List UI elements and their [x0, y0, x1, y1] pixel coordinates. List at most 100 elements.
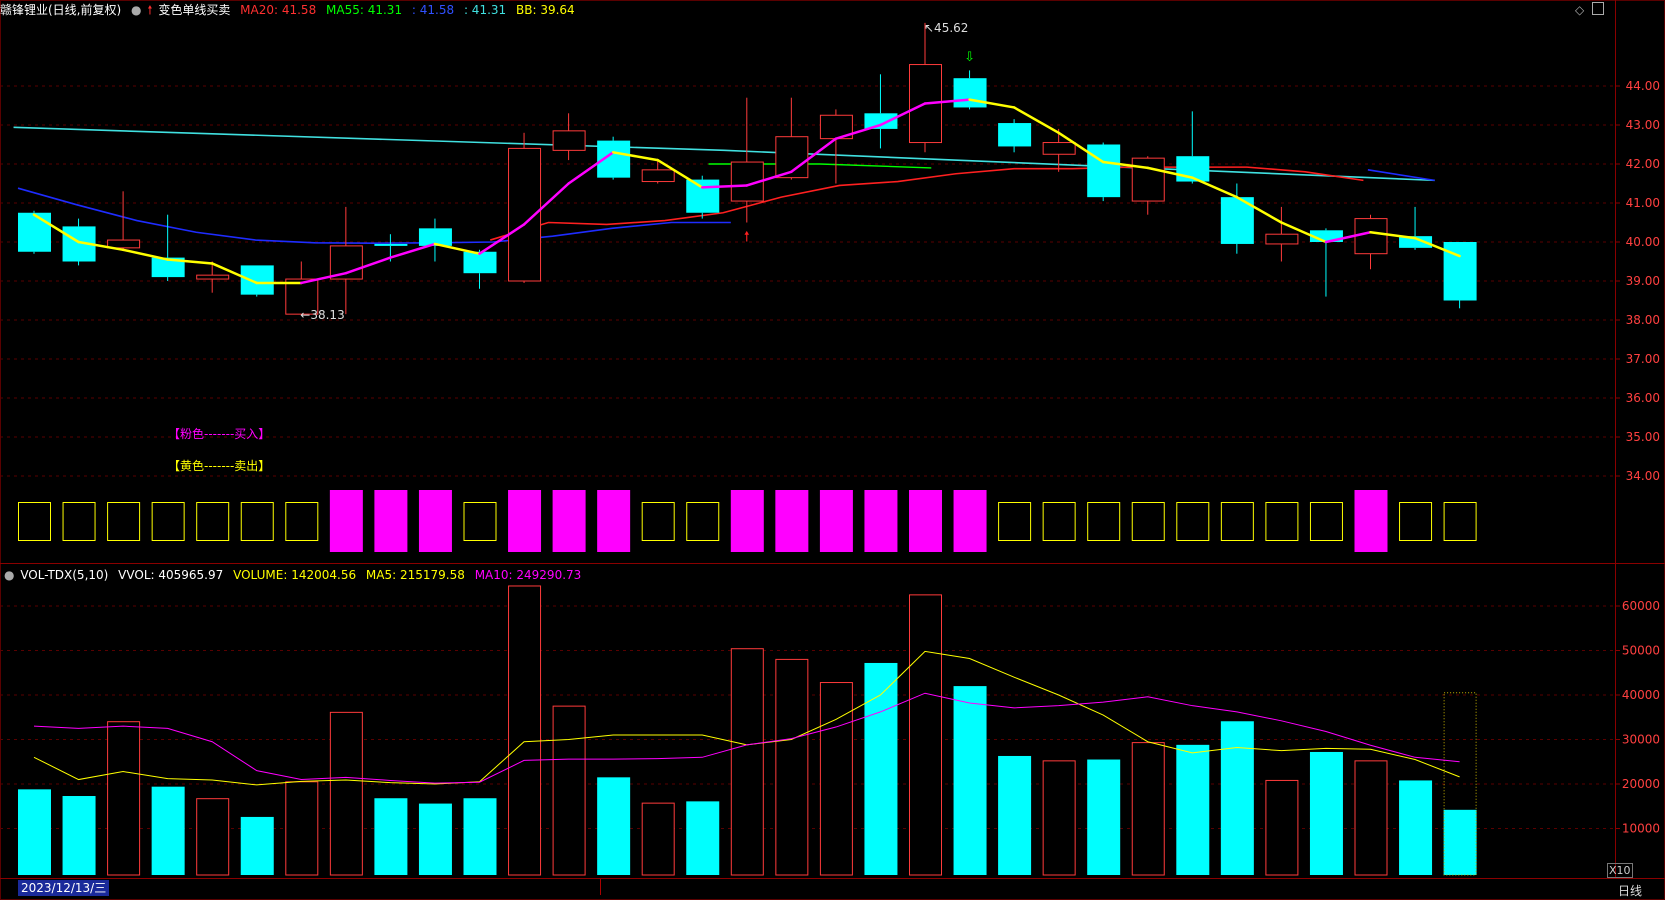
vol-gear-icon[interactable]: ● — [4, 568, 14, 582]
sell-box — [62, 502, 96, 541]
ma20-value: MA20: 41.58 — [240, 3, 317, 17]
candle-body — [953, 78, 987, 108]
candle-body — [1087, 144, 1121, 198]
volume-tick-label: 50000 — [1622, 644, 1660, 658]
candle-body — [240, 265, 274, 295]
price-tick-label: 44.00 — [1626, 79, 1660, 93]
volume-bars — [18, 585, 1477, 876]
vvol-value: VVOL: 405965.97 — [118, 568, 224, 582]
candle — [18, 210, 51, 254]
volume-bar — [1131, 742, 1165, 876]
buy-box — [819, 490, 853, 552]
volume-bar — [998, 755, 1032, 875]
indicator-name[interactable]: 变色单线买卖 — [158, 3, 230, 17]
low-label: ←38.13 — [300, 308, 344, 322]
candle-body — [1131, 157, 1165, 202]
vol-indicator-name[interactable]: VOL-TDX(5,10) — [20, 568, 108, 582]
volume-bar — [374, 798, 408, 875]
candle-body — [552, 130, 586, 151]
sell-box — [240, 502, 274, 541]
price-tick-label: 36.00 — [1626, 391, 1660, 405]
sell-box — [998, 502, 1032, 541]
sell-box — [463, 502, 497, 541]
price-tick-label: 40.00 — [1626, 235, 1660, 249]
diamond-icon[interactable]: ◇ — [1575, 3, 1584, 17]
blue-value: : 41.58 — [411, 3, 455, 17]
volume-bar — [1087, 759, 1121, 875]
signal-segment — [121, 248, 169, 261]
price-tick-label: 38.00 — [1626, 313, 1660, 327]
sell-arrow-icon: ⇩ — [964, 50, 975, 65]
candle-body — [998, 123, 1032, 147]
volume-bar — [597, 777, 631, 875]
volume-bar — [18, 789, 51, 875]
candle-body — [1354, 218, 1388, 255]
volume-bar — [329, 711, 363, 876]
indicator-gear-icon[interactable]: ● — [131, 3, 141, 17]
volume-bar — [686, 801, 720, 875]
sell-box — [1265, 502, 1299, 541]
legend-sell: 【黄色-------卖出】 — [168, 459, 271, 473]
volume-bar — [909, 594, 942, 876]
signal-boxes — [18, 490, 1477, 552]
high-label: ↖45.62 — [924, 21, 968, 35]
sell-box — [686, 502, 720, 541]
stock-chart-window[interactable]: 44.00 43.00 42.00 41.00 40.00 39.00 38.00 37.00… — [0, 0, 1665, 900]
buy-box — [552, 490, 586, 552]
cyan-value: : 41.31 — [463, 3, 507, 17]
volume-bar — [1176, 744, 1210, 875]
sell-box — [1399, 502, 1433, 541]
price-tick-label: 34.00 — [1626, 469, 1660, 483]
volume-bar — [107, 721, 141, 876]
signal-segment — [389, 242, 437, 259]
volume-bar — [1220, 721, 1254, 875]
candle — [686, 175, 720, 219]
buy-arrow-icon: 🠕 — [744, 229, 750, 245]
ma-cyan-line — [13, 126, 1435, 182]
volume-bar — [1443, 809, 1477, 875]
volume-bar — [953, 686, 987, 875]
price-tick-label: 41.00 — [1626, 196, 1660, 210]
sell-box — [285, 502, 319, 541]
buy-box — [418, 490, 452, 552]
candle — [552, 113, 586, 161]
volume-bar — [775, 658, 809, 876]
candle — [1354, 214, 1388, 270]
stock-title[interactable]: 赣锋锂业(日线,前复权) — [0, 3, 121, 17]
candle — [1087, 142, 1121, 202]
candle-body — [641, 169, 675, 183]
sell-box — [1087, 502, 1121, 541]
candle-body — [864, 113, 898, 129]
candle-body — [686, 179, 720, 213]
price-tick-label: 43.00 — [1626, 118, 1660, 132]
candle — [1220, 183, 1254, 254]
sell-box — [196, 502, 230, 541]
volume-bar — [1354, 760, 1388, 876]
ma-blue-line — [17, 187, 731, 244]
candle — [953, 70, 987, 110]
candle — [196, 261, 230, 293]
signal-segment — [1191, 176, 1239, 199]
buy-box — [775, 490, 809, 552]
price-header: 赣锋锂业(日线,前复权) ● 🠕 变色单线买卖 MA20: 41.58 MA55… — [0, 0, 581, 20]
ma10-value: MA10: 249290.73 — [474, 568, 582, 582]
price-tick-label: 37.00 — [1626, 352, 1660, 366]
volume-tick-label: 30000 — [1622, 733, 1660, 747]
candle — [998, 119, 1032, 153]
buy-box — [508, 490, 542, 552]
volume-tick-label: 40000 — [1622, 688, 1660, 702]
volume-bar — [819, 682, 853, 876]
candle — [909, 22, 942, 153]
zoom-indicator[interactable]: X10 — [1607, 863, 1633, 878]
period-label[interactable]: 日线 — [1618, 882, 1642, 899]
window-restore-icon[interactable] — [1592, 2, 1604, 15]
cursor-date: 2023/12/13/三 — [18, 880, 110, 896]
volume-header: ● VOL-TDX(5,10) VVOL: 405965.97 VOLUME: … — [0, 565, 587, 585]
price-tick-label: 35.00 — [1626, 430, 1660, 444]
buy-box — [374, 490, 408, 552]
candle — [864, 74, 898, 149]
chart-canvas[interactable]: 44.00 43.00 42.00 41.00 40.00 39.00 38.00 37.00… — [0, 0, 1665, 900]
candle-body — [196, 274, 230, 280]
volume-bar — [1399, 780, 1433, 875]
buy-box — [597, 490, 631, 552]
